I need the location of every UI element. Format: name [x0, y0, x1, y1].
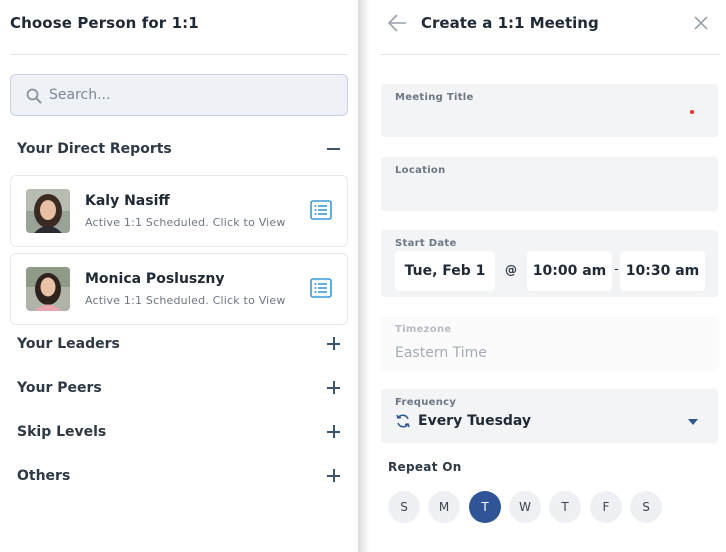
create-meeting-panel: Create a 1:1 Meeting Meeting Title Locat…: [358, 0, 726, 552]
panel-title: Choose Person for 1:1: [10, 14, 199, 32]
avatar: [26, 189, 70, 233]
expand-icon[interactable]: [325, 379, 343, 397]
at-symbol: @: [505, 263, 517, 277]
search-input[interactable]: [49, 84, 329, 106]
panel-shadow: [358, 0, 370, 552]
person-card-monica[interactable]: Monica Posluszny Active 1:1 Scheduled. C…: [10, 253, 348, 325]
section-skip-levels[interactable]: Skip Levels: [17, 420, 343, 444]
section-label: Your Leaders: [17, 336, 120, 352]
section-others[interactable]: Others: [17, 464, 343, 488]
field-label: Timezone: [395, 324, 452, 335]
back-arrow-icon[interactable]: [386, 12, 408, 34]
section-label: Others: [17, 468, 71, 484]
divider: [380, 54, 720, 55]
field-label: Frequency: [395, 397, 457, 408]
frequency-value: Every Tuesday: [418, 413, 532, 429]
field-label: Location: [395, 165, 446, 176]
chevron-down-icon[interactable]: [688, 419, 698, 425]
search-icon: [26, 88, 42, 104]
day-toggle-thursday[interactable]: T: [549, 491, 581, 523]
search-box[interactable]: [10, 74, 348, 116]
day-toggle-sunday[interactable]: S: [388, 491, 420, 523]
section-leaders[interactable]: Your Leaders: [17, 332, 343, 356]
frequency-select[interactable]: Frequency Every Tuesday: [381, 389, 718, 443]
meeting-list-icon[interactable]: [310, 200, 332, 220]
timezone-value: Eastern Time: [395, 345, 487, 361]
close-icon[interactable]: [692, 14, 710, 32]
avatar: [26, 267, 70, 311]
section-direct-reports[interactable]: Your Direct Reports: [17, 137, 343, 161]
expand-icon[interactable]: [325, 467, 343, 485]
day-toggle-tuesday[interactable]: T: [469, 491, 501, 523]
repeat-icon: [396, 414, 410, 428]
meeting-list-icon[interactable]: [310, 278, 332, 298]
required-indicator: [690, 110, 694, 114]
person-name: Kaly Nasiff: [85, 193, 170, 209]
timezone-field: Timezone Eastern Time: [381, 316, 718, 371]
person-picker-panel: Choose Person for 1:1 Your Direct Report…: [0, 0, 358, 552]
field-label: Meeting Title: [395, 92, 474, 103]
field-label: Start Date: [395, 238, 457, 249]
panel-title: Create a 1:1 Meeting: [421, 14, 599, 32]
day-toggle-saturday[interactable]: S: [630, 491, 662, 523]
meeting-title-field[interactable]: Meeting Title: [381, 84, 718, 137]
end-time-picker[interactable]: 10:30 am: [620, 251, 705, 291]
start-time-picker[interactable]: 10:00 am: [527, 251, 612, 291]
expand-icon[interactable]: [325, 423, 343, 441]
start-date-picker[interactable]: Tue, Feb 1: [395, 251, 495, 291]
divider: [10, 54, 348, 55]
section-label: Your Peers: [17, 380, 102, 396]
repeat-on-label: Repeat On: [388, 460, 462, 474]
section-label: Your Direct Reports: [17, 141, 172, 157]
day-toggle-friday[interactable]: F: [590, 491, 622, 523]
location-field[interactable]: Location: [381, 157, 718, 211]
person-card-kaly[interactable]: Kaly Nasiff Active 1:1 Scheduled. Click …: [10, 175, 348, 247]
start-date-field: Start Date Tue, Feb 1 @ 10:00 am - 10:30…: [381, 230, 718, 297]
section-label: Skip Levels: [17, 424, 107, 440]
person-status: Active 1:1 Scheduled. Click to View: [85, 294, 286, 307]
expand-icon[interactable]: [325, 335, 343, 353]
person-status: Active 1:1 Scheduled. Click to View: [85, 216, 286, 229]
person-name: Monica Posluszny: [85, 271, 225, 287]
day-toggle-monday[interactable]: M: [428, 491, 460, 523]
time-separator: -: [614, 262, 619, 277]
day-toggle-wednesday[interactable]: W: [509, 491, 541, 523]
section-peers[interactable]: Your Peers: [17, 376, 343, 400]
collapse-icon[interactable]: [325, 140, 343, 158]
